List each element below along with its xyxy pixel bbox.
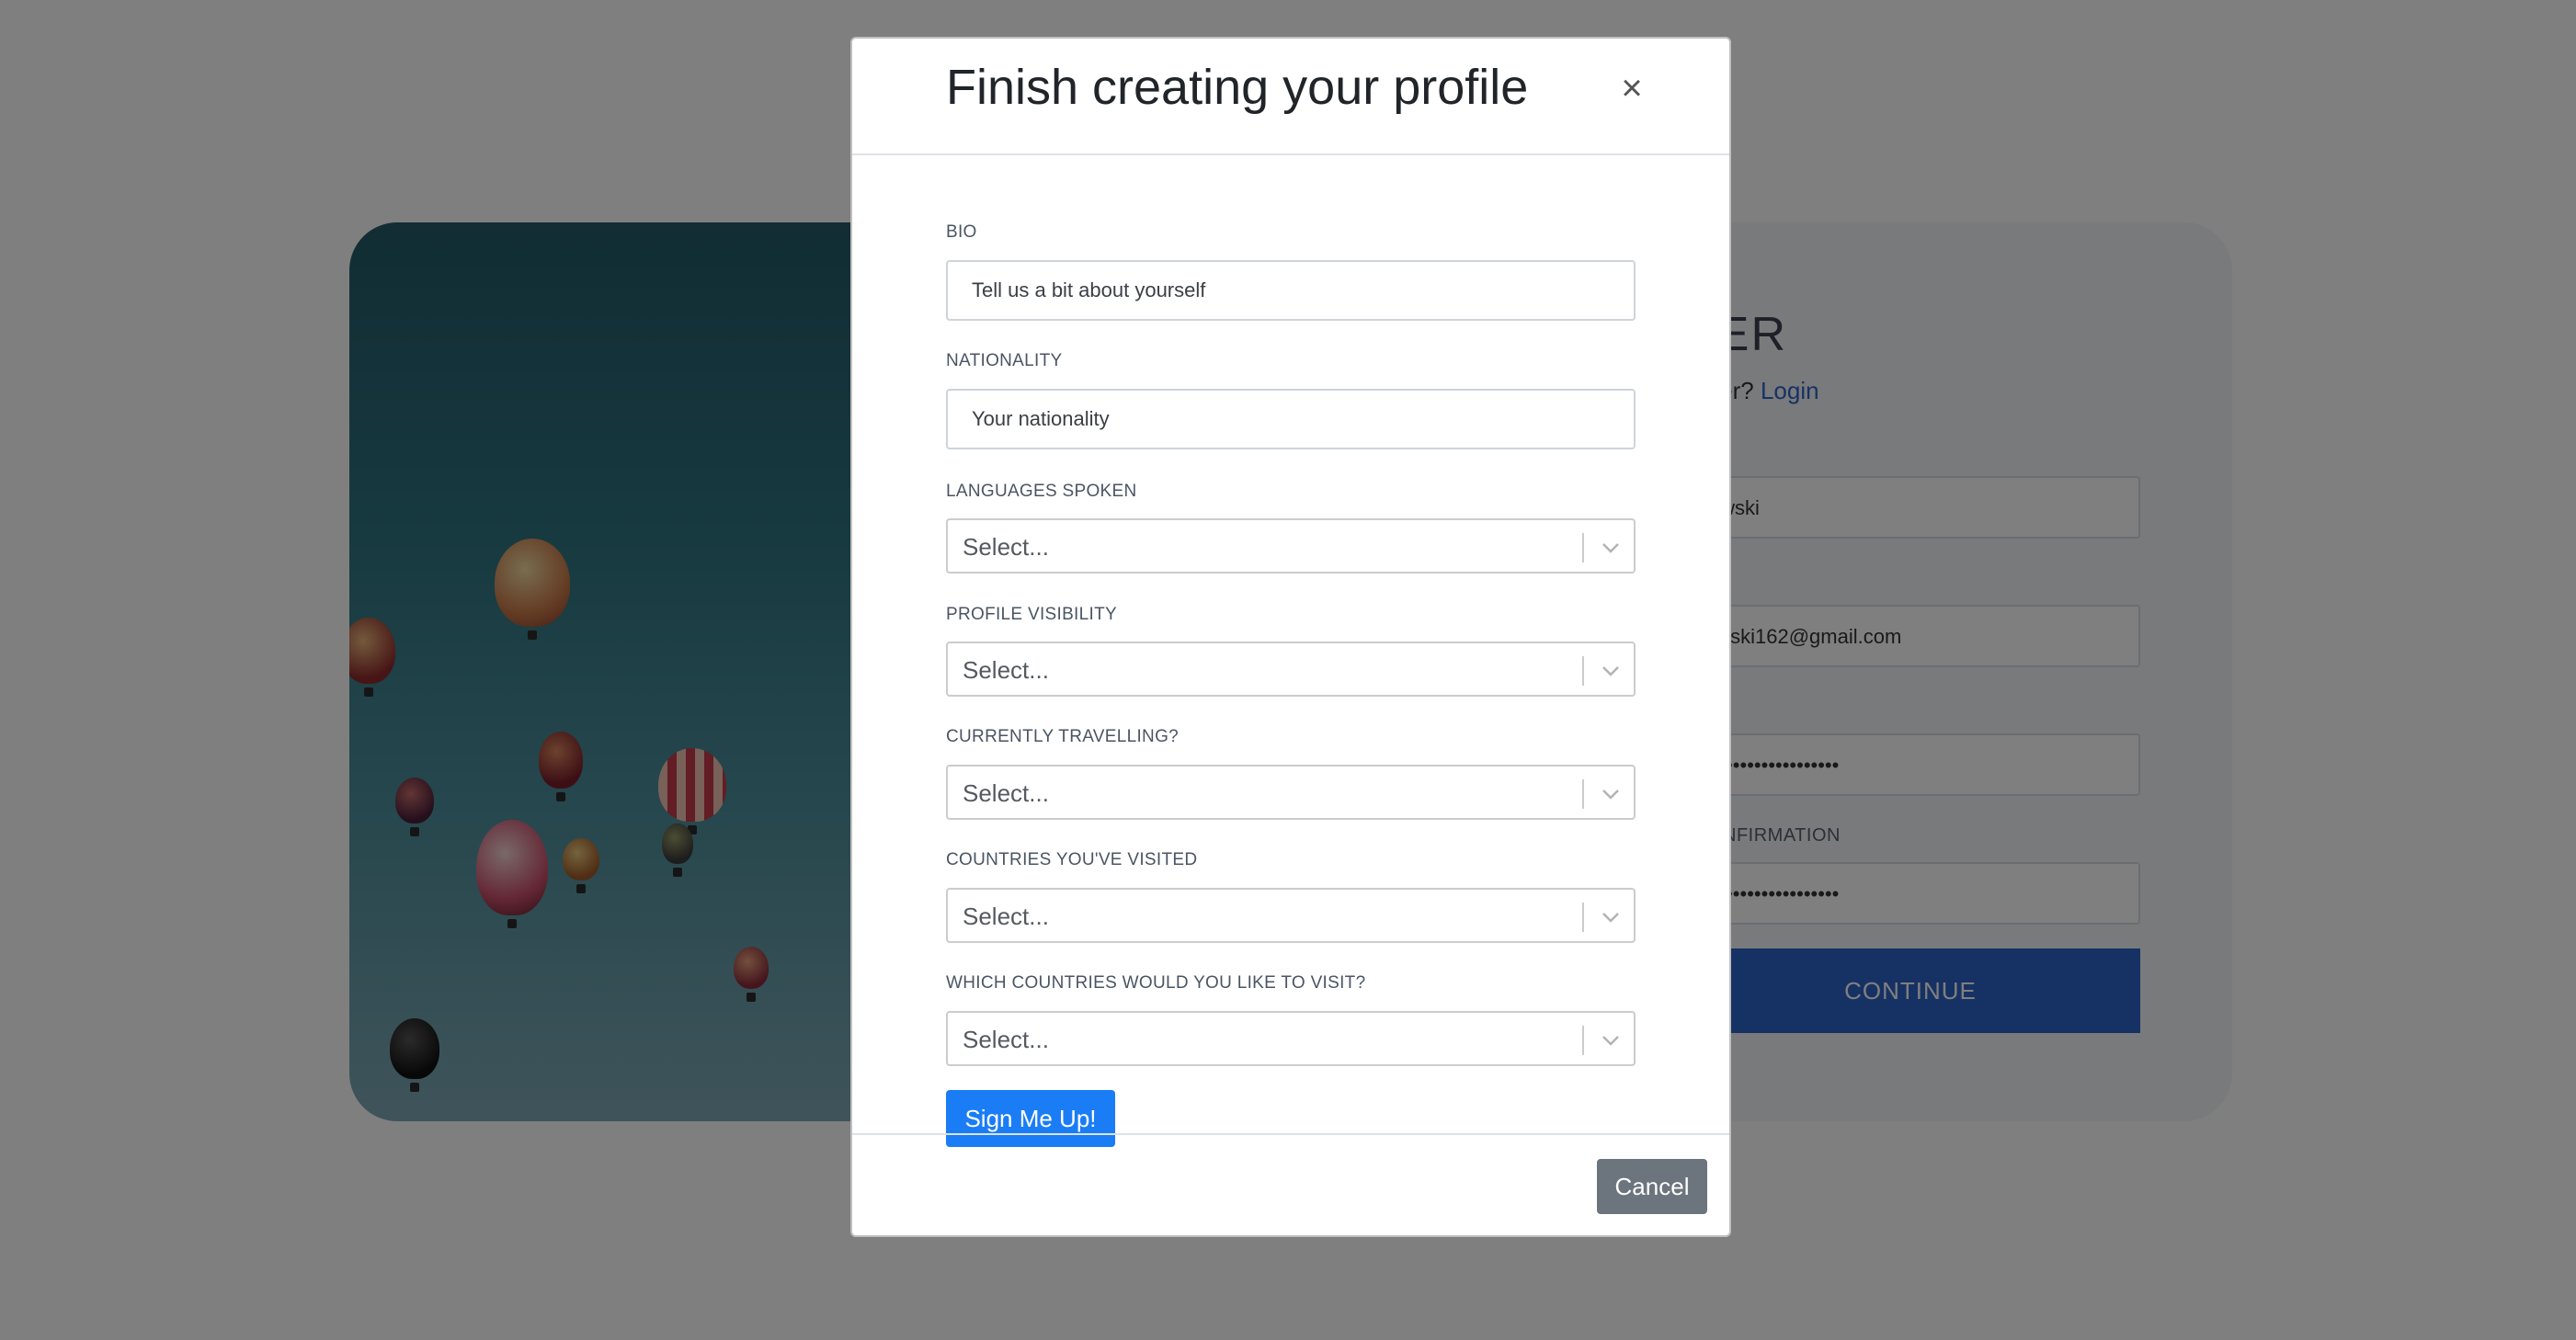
page: TER mber? Login lowski owski162@gmail.co… bbox=[0, 0, 2576, 1340]
modal-header: Finish creating your profile × bbox=[852, 39, 1729, 155]
languages-select-value: Select... bbox=[963, 533, 1049, 561]
select-separator bbox=[1582, 1026, 1584, 1055]
select-separator bbox=[1582, 533, 1584, 562]
nationality-label: NATIONALITY bbox=[946, 351, 1063, 370]
close-icon[interactable]: × bbox=[1606, 62, 1658, 114]
nationality-input[interactable] bbox=[946, 389, 1636, 449]
travelling-select[interactable]: Select... bbox=[946, 765, 1636, 820]
chevron-down-icon[interactable] bbox=[1601, 785, 1621, 803]
chevron-down-icon[interactable] bbox=[1601, 539, 1621, 557]
visited-label: COUNTRIES YOU'VE VISITED bbox=[946, 850, 1198, 869]
select-separator bbox=[1582, 779, 1584, 809]
profile-modal: Finish creating your profile × BIO NATIO… bbox=[850, 37, 1731, 1237]
visited-select-value: Select... bbox=[963, 903, 1049, 930]
modal-footer: Cancel bbox=[852, 1133, 1729, 1235]
visibility-select-value: Select... bbox=[963, 656, 1049, 684]
visited-select[interactable]: Select... bbox=[946, 888, 1636, 943]
travelling-select-value: Select... bbox=[963, 779, 1049, 807]
visibility-label: PROFILE VISIBILITY bbox=[946, 605, 1117, 624]
chevron-down-icon[interactable] bbox=[1601, 662, 1621, 680]
select-separator bbox=[1582, 656, 1584, 686]
chevron-down-icon[interactable] bbox=[1601, 1031, 1621, 1050]
visibility-select[interactable]: Select... bbox=[946, 642, 1636, 697]
select-separator bbox=[1582, 903, 1584, 932]
wishlist-label: WHICH COUNTRIES WOULD YOU LIKE TO VISIT? bbox=[946, 973, 1366, 993]
bio-label: BIO bbox=[946, 222, 977, 242]
modal-title: Finish creating your profile bbox=[946, 60, 1529, 115]
bio-input[interactable] bbox=[946, 260, 1636, 321]
wishlist-select-value: Select... bbox=[963, 1026, 1049, 1053]
languages-label: LANGUAGES SPOKEN bbox=[946, 482, 1137, 501]
languages-select[interactable]: Select... bbox=[946, 518, 1636, 573]
travelling-label: CURRENTLY TRAVELLING? bbox=[946, 727, 1180, 746]
cancel-button[interactable]: Cancel bbox=[1597, 1159, 1707, 1214]
wishlist-select[interactable]: Select... bbox=[946, 1011, 1636, 1066]
chevron-down-icon[interactable] bbox=[1601, 908, 1621, 926]
